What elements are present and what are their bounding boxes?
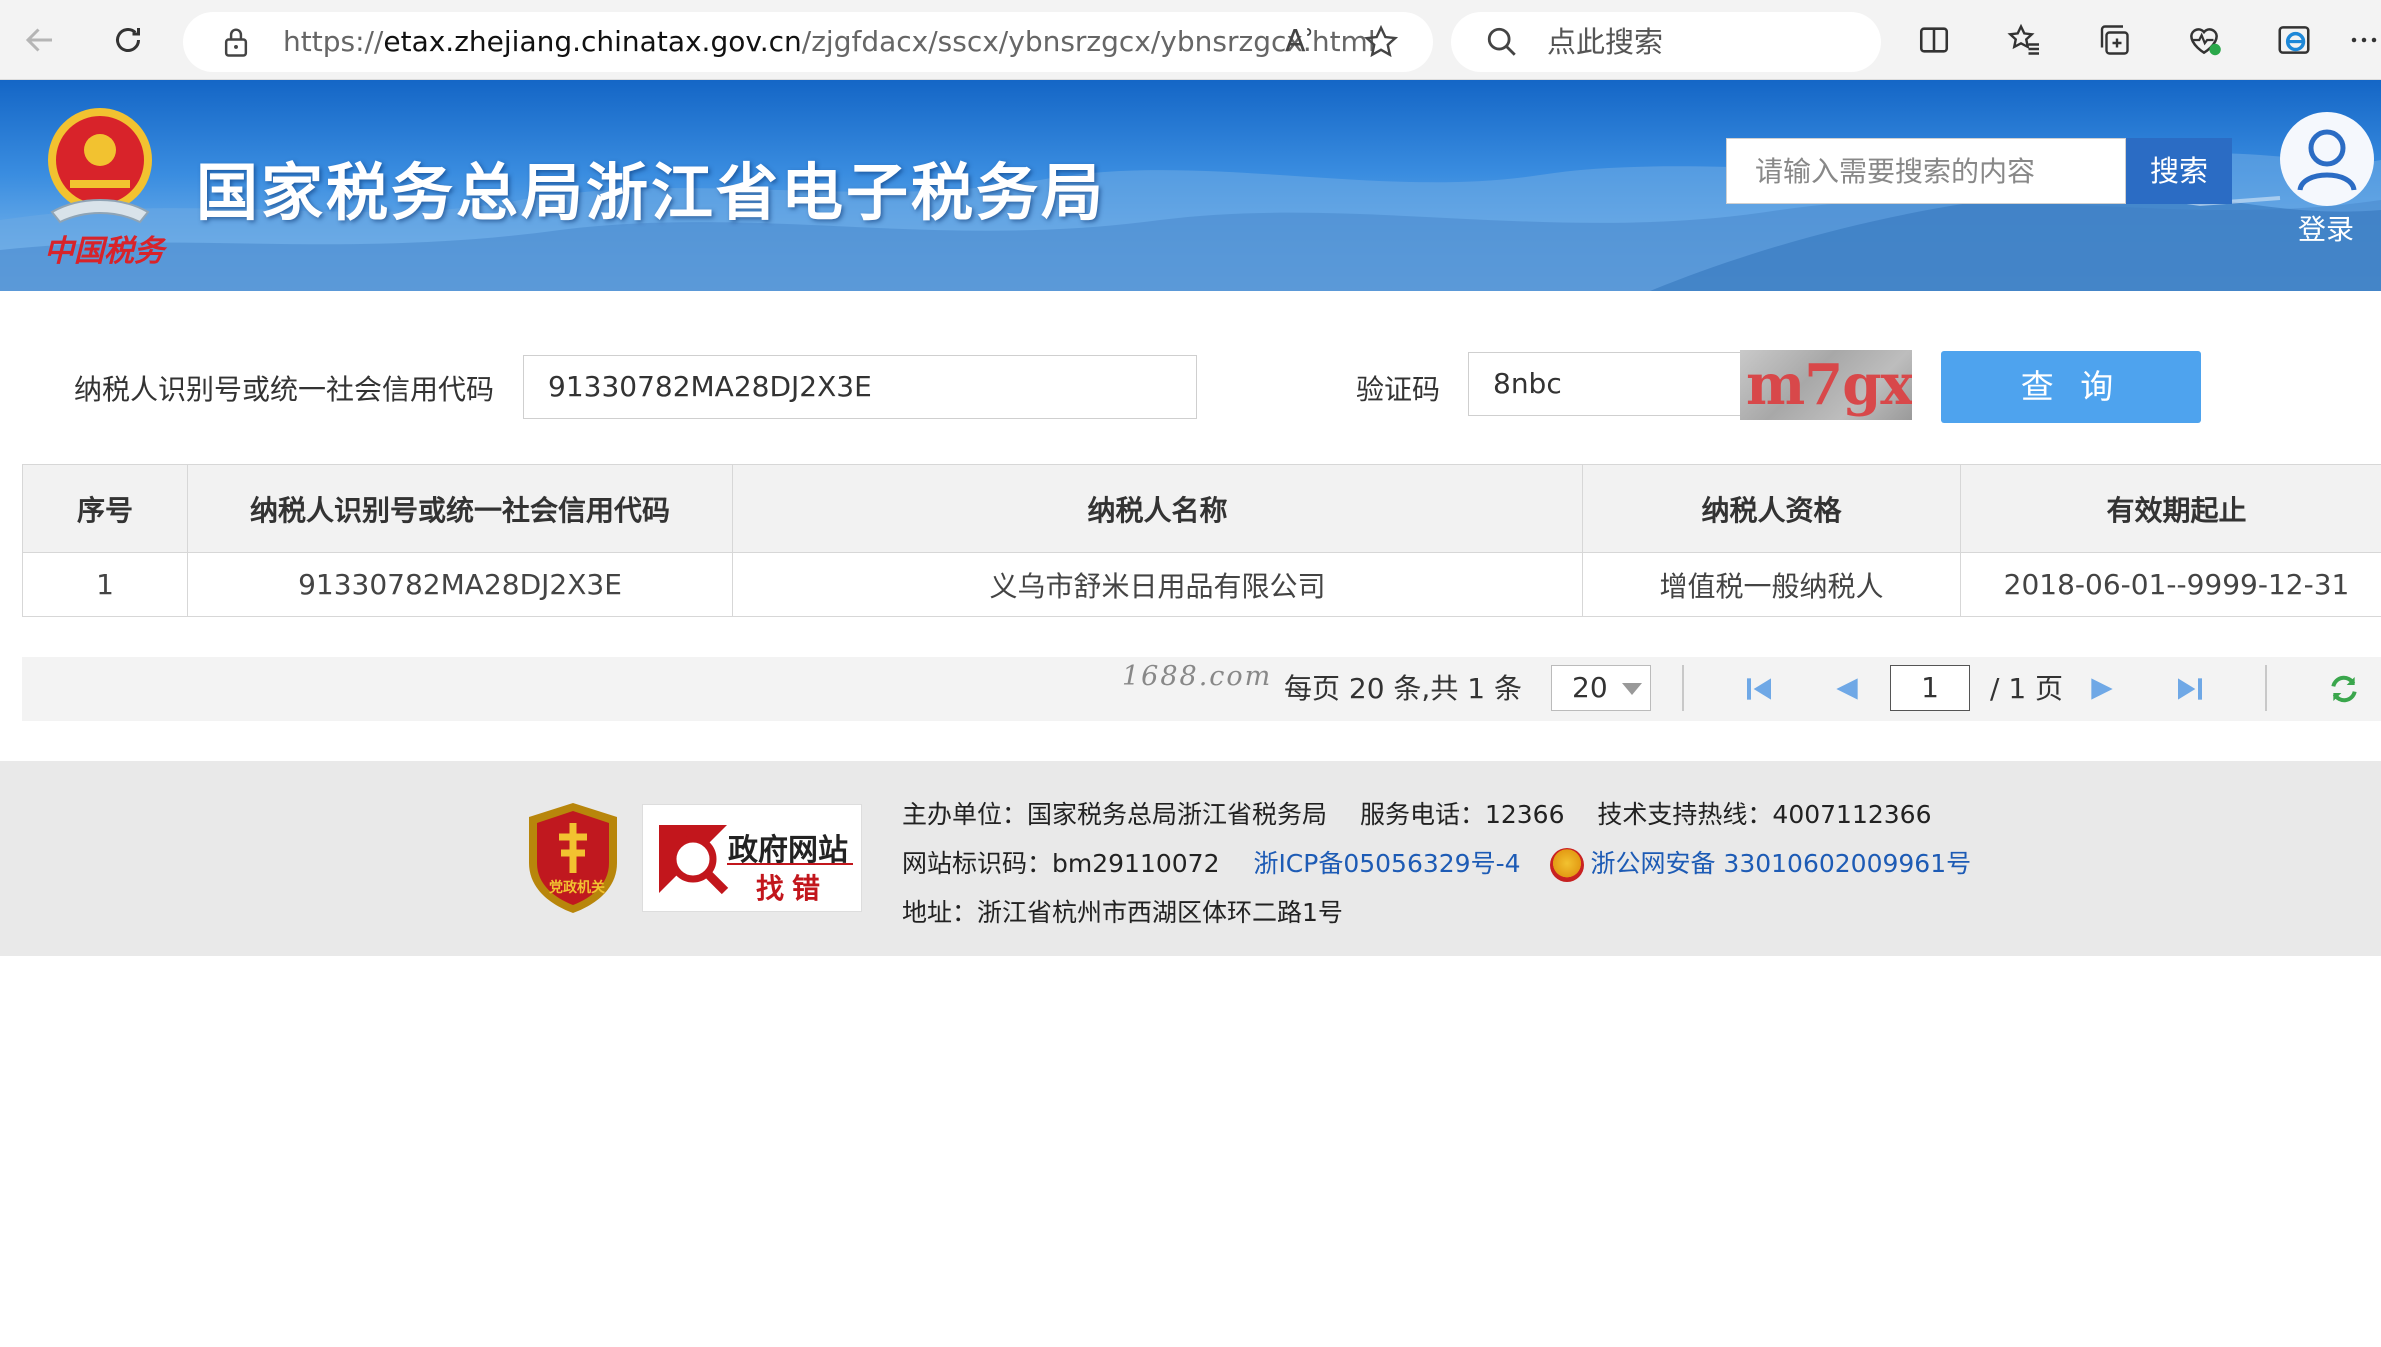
party-gov-badge-text: 党政机关 xyxy=(549,880,605,896)
captcha-input[interactable]: 8nbc xyxy=(1468,352,1742,416)
police-badge-icon xyxy=(1550,848,1585,882)
taxpayer-id-value: 91330782MA28DJ2X3E xyxy=(548,370,872,403)
footer-registration-line: 网站标识码：bm29110072 浙ICP备05056329号-4 浙公网安备 … xyxy=(902,844,1971,882)
current-page-input[interactable]: 1 xyxy=(1890,665,1970,711)
user-icon xyxy=(2297,129,2357,191)
pager-divider xyxy=(1682,665,1684,711)
ie-mode-icon xyxy=(2278,26,2310,54)
badge-divider xyxy=(727,863,853,865)
query-button[interactable]: 查 询 xyxy=(1941,351,2201,423)
column-header-qualification: 纳税人资格 xyxy=(1582,464,1961,553)
column-header-index: 序号 xyxy=(22,464,188,553)
back-arrow-icon xyxy=(25,28,52,52)
address-bar[interactable]: https://etax.zhejiang.chinatax.gov.cn/zj… xyxy=(183,12,1433,72)
refresh-arrows-icon xyxy=(2331,675,2357,703)
emblem-icon xyxy=(48,108,152,224)
site-title: 国家税务总局浙江省电子税务局 xyxy=(196,156,1107,229)
captcha-image[interactable]: m7gx xyxy=(1740,350,1912,420)
browser-search-placeholder: 点此搜索 xyxy=(1547,25,1664,59)
heart-pulse-icon xyxy=(2190,28,2221,56)
party-gov-badge[interactable]: 党政机关 xyxy=(525,801,621,915)
prev-page-icon xyxy=(1836,678,1858,700)
icp-link[interactable]: 浙ICP备05056329号-4 xyxy=(1253,849,1520,878)
column-header-taxpayer-name: 纳税人名称 xyxy=(732,464,1583,553)
browser-search-box[interactable]: 点此搜索 xyxy=(1451,12,1881,72)
table-header-row: 序号 纳税人识别号或统一社会信用代码 纳税人名称 纳税人资格 有效期起止 xyxy=(22,464,2381,553)
cell-taxpayer-name: 义乌市舒米日用品有限公司 xyxy=(732,552,1583,617)
prev-page-button[interactable] xyxy=(1827,669,1867,709)
pagination-bar: 1688.com 每页 20 条,共 1 条 20 1 / 1 页 xyxy=(22,657,2381,721)
party-gov-shield-icon xyxy=(529,803,617,913)
site-footer: 党政机关 政府网站 找错 主办单位：国家税务总局浙江省税务局 服务电话：1236… xyxy=(0,761,2381,956)
total-pages-text: / 1 页 xyxy=(1990,672,2064,705)
split-screen-icon xyxy=(1919,27,1949,53)
police-record-link[interactable]: 浙公网安备 33010602009961号 xyxy=(1590,849,1971,878)
table-row: 1 91330782MA28DJ2X3E 义乌市舒米日用品有限公司 增值税一般纳… xyxy=(22,552,2381,617)
collections-button[interactable] xyxy=(2090,16,2138,64)
tax-brand-text: 中国税务 xyxy=(44,234,164,269)
url-text: https://etax.zhejiang.chinatax.gov.cn/zj… xyxy=(283,25,1376,58)
captcha-input-value: 8nbc xyxy=(1493,367,1562,400)
last-page-button[interactable] xyxy=(2170,669,2210,709)
next-page-button[interactable] xyxy=(2082,669,2122,709)
more-menu-button[interactable] xyxy=(2346,16,2381,64)
browser-essentials-button[interactable] xyxy=(2180,16,2228,64)
browser-toolbar: https://etax.zhejiang.chinatax.gov.cn/zj… xyxy=(0,0,2381,80)
refresh-icon xyxy=(116,28,140,52)
footer-organizer-line: 主办单位：国家税务总局浙江省税务局 服务电话：12366 技术支持热线：4007… xyxy=(902,800,1932,829)
column-header-taxpayer-id: 纳税人识别号或统一社会信用代码 xyxy=(187,464,733,553)
chevron-down-icon xyxy=(1622,683,1642,695)
refresh-list-button[interactable] xyxy=(2324,669,2364,709)
result-table: 序号 纳税人识别号或统一社会信用代码 纳税人名称 纳税人资格 有效期起止 1 9… xyxy=(22,464,2381,617)
favorites-list-icon xyxy=(2007,23,2039,55)
lock-icon xyxy=(224,28,248,57)
taxpayer-id-label: 纳税人识别号或统一社会信用代码 xyxy=(74,373,495,406)
next-page-icon xyxy=(2091,678,2113,700)
pager-divider xyxy=(2265,665,2267,711)
site-search-placeholder: 请输入需要搜索的内容 xyxy=(1755,155,2036,188)
column-header-validity: 有效期起止 xyxy=(1960,464,2381,553)
site-search-button[interactable]: 搜索 xyxy=(2126,138,2232,204)
site-code-text: 网站标识码：bm29110072 xyxy=(902,849,1220,878)
captcha-label: 验证码 xyxy=(1356,373,1441,406)
site-search-input[interactable]: 请输入需要搜索的内容 xyxy=(1726,138,2126,204)
read-aloud-button[interactable]: Aʾ xyxy=(1285,22,1327,62)
captcha-image-text: m7gx xyxy=(1746,352,1912,418)
cell-validity: 2018-06-01--9999-12-31 xyxy=(1960,552,2381,617)
watermark-text: 1688.com xyxy=(1122,661,1273,692)
favorite-star-icon[interactable] xyxy=(1363,24,1399,60)
cell-index: 1 xyxy=(22,552,188,617)
more-dots-icon xyxy=(2351,37,2376,43)
first-page-button[interactable] xyxy=(1739,669,1779,709)
footer-address-line: 地址：浙江省杭州市西湖区体环二路1号 xyxy=(902,898,1343,927)
refresh-button[interactable] xyxy=(102,14,154,66)
last-page-icon xyxy=(2178,678,2202,700)
first-page-icon xyxy=(1747,678,1771,700)
cell-qualification: 增值税一般纳税人 xyxy=(1582,552,1961,617)
error-report-label: 找错 xyxy=(756,872,829,905)
page-size-select[interactable]: 20 xyxy=(1551,665,1651,711)
taxpayer-id-input[interactable]: 91330782MA28DJ2X3E xyxy=(523,355,1197,419)
magnifier-icon xyxy=(659,825,729,895)
collections-icon xyxy=(2100,25,2129,55)
search-icon xyxy=(1487,27,1516,56)
cell-taxpayer-id: 91330782MA28DJ2X3E xyxy=(187,552,733,617)
pagination-info: 每页 20 条,共 1 条 xyxy=(1284,672,1522,705)
split-screen-button[interactable] xyxy=(1910,16,1958,64)
login-avatar-button[interactable] xyxy=(2280,112,2374,206)
login-label[interactable]: 登录 xyxy=(2298,208,2354,248)
gov-site-error-report-badge[interactable]: 政府网站 找错 xyxy=(642,804,862,912)
back-button[interactable] xyxy=(14,14,66,66)
ie-mode-button[interactable] xyxy=(2270,16,2318,64)
site-header-banner: 中国税务 国家税务总局浙江省电子税务局 请输入需要搜索的内容 搜索 登录 xyxy=(0,80,2381,291)
favorites-button[interactable] xyxy=(2000,16,2048,64)
page-size-value: 20 xyxy=(1572,671,1608,704)
